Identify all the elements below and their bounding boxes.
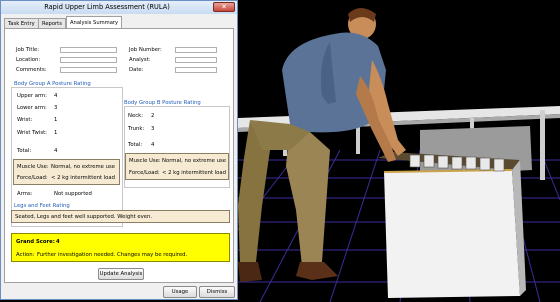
update-analysis-button[interactable]: Update Analysis: [98, 268, 144, 280]
grand-score-box: Grand Score: 4 Action: Further investiga…: [11, 233, 230, 262]
dismiss-button[interactable]: Dismiss: [199, 286, 235, 298]
date-label: Date:: [129, 67, 144, 73]
legs-feet-text: Seated, Legs and feet well supported. We…: [15, 214, 153, 220]
location-field[interactable]: [60, 57, 117, 63]
group-b-muscle-use-value: Normal, no extreme use: [162, 158, 226, 164]
group-b-total-score: 4: [151, 142, 155, 148]
comments-field[interactable]: [60, 67, 117, 73]
group-a-total-label: Total:: [17, 148, 32, 154]
analyst-label: Analyst:: [129, 57, 151, 63]
group-a-muscle-use-value: Normal, no extreme use: [51, 164, 115, 170]
analyst-field[interactable]: [175, 57, 217, 63]
job-title-label: Job Title:: [16, 47, 39, 53]
group-a-muscle-use-label: Muscle Use:: [17, 164, 49, 170]
group-b-total-label: Total:: [128, 142, 143, 148]
wrist-label: Wrist:: [17, 117, 33, 123]
grand-score-value: 4: [56, 239, 60, 245]
action-label: Action:: [16, 252, 35, 258]
job-number-field[interactable]: [175, 47, 217, 53]
group-b-force-label: Force/Load:: [129, 170, 160, 176]
legs-feet-box: Seated, Legs and feet well supported. We…: [11, 210, 230, 223]
location-label: Location:: [16, 57, 41, 63]
comments-label: Comments:: [16, 67, 47, 73]
title-bar[interactable]: Rapid Upper Limb Assessment (RULA) ✕: [1, 1, 237, 14]
legs-feet-title: Legs and Feet Rating: [14, 203, 70, 209]
close-button[interactable]: ✕: [213, 2, 235, 12]
group-a-force-label: Force/Load:: [17, 175, 48, 181]
wrist-twist-score: 1: [54, 130, 58, 136]
upper-arm-score: 4: [54, 93, 58, 99]
usage-button[interactable]: Usage: [163, 286, 197, 298]
wrist-twist-label: Wrist Twist:: [17, 130, 47, 136]
group-a-muscle-force-box: Muscle Use: Normal, no extreme use Force…: [13, 159, 120, 185]
group-b-muscle-force-box: Muscle Use: Normal, no extreme use Force…: [125, 153, 229, 180]
trunk-label: Trunk:: [128, 126, 145, 132]
date-field[interactable]: [175, 67, 217, 73]
trunk-score: 3: [151, 126, 155, 132]
job-title-field[interactable]: [60, 47, 117, 53]
group-b-muscle-use-label: Muscle Use:: [129, 158, 161, 164]
analysis-summary-panel: Job Title: Location: Comments: Job Numbe…: [4, 28, 234, 283]
lower-arm-label: Lower arm:: [17, 105, 47, 111]
neck-score: 2: [151, 113, 155, 119]
arms-label: Arms:: [17, 191, 33, 197]
group-a-force-value: < 2 kg intermittent load: [51, 175, 116, 181]
packing-box: [378, 152, 526, 298]
wrist-score: 1: [54, 117, 58, 123]
arms-value: Not supported: [54, 191, 92, 197]
group-b-force-value: < 2 kg intermittent load: [162, 170, 227, 176]
grand-score-label: Grand Score:: [16, 239, 55, 245]
job-number-label: Job Number:: [129, 47, 162, 53]
window-title: Rapid Upper Limb Assessment (RULA): [44, 3, 170, 11]
upper-arm-label: Upper arm:: [17, 93, 47, 99]
rula-dialog-window: Rapid Upper Limb Assessment (RULA) ✕ Tas…: [0, 0, 238, 300]
group-a-total-score: 4: [54, 148, 58, 154]
action-text: Further investigation needed. Changes ma…: [37, 252, 188, 258]
lower-arm-score: 3: [54, 105, 58, 111]
neck-label: Neck:: [128, 113, 143, 119]
